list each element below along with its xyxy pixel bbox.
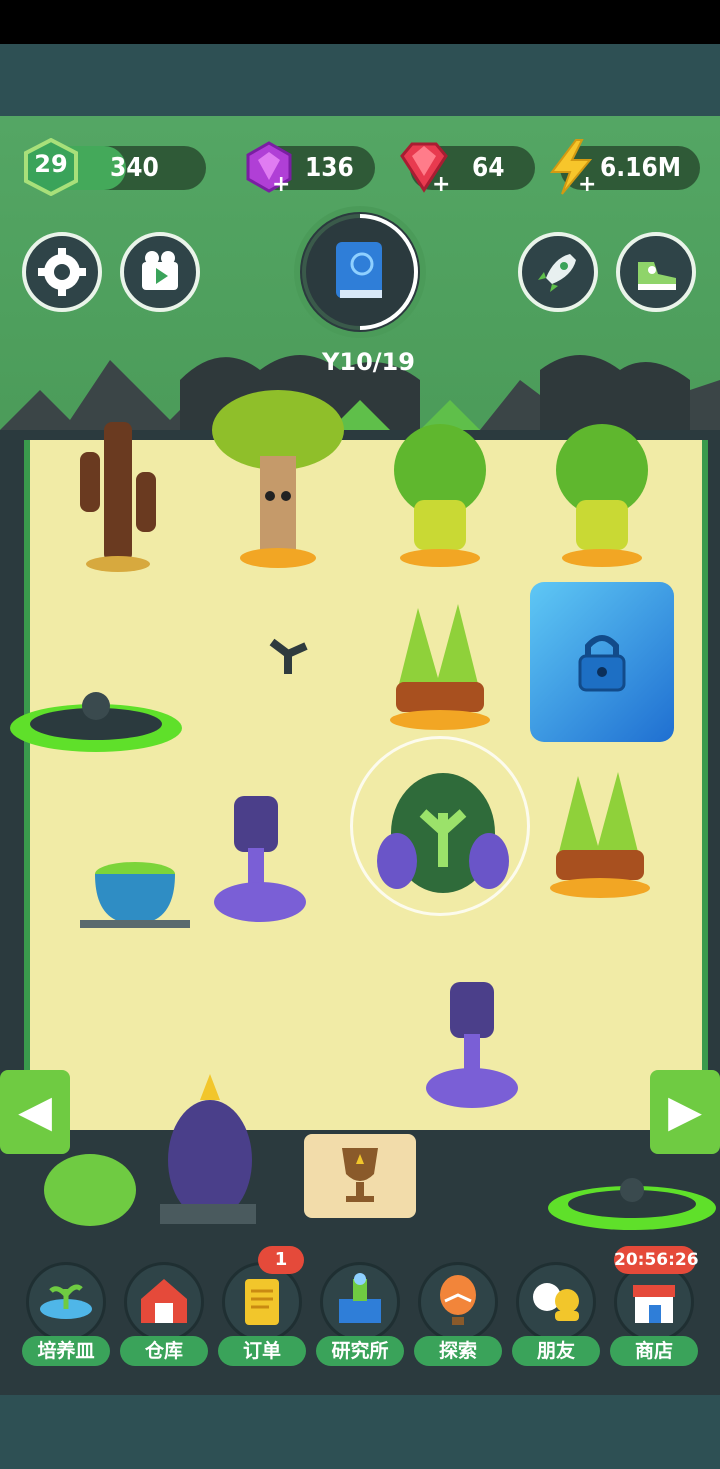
- wilted-sprout[interactable]: [266, 630, 310, 676]
- toxic-puddle-creature[interactable]: [4, 684, 188, 764]
- arrow-right-icon: ▶: [668, 1086, 702, 1137]
- lab-icon: [320, 1262, 400, 1342]
- top-band: [0, 44, 720, 116]
- locked-ice-tile[interactable]: [530, 582, 674, 742]
- broccoli-plant-2[interactable]: [552, 420, 652, 570]
- add-gems-icon[interactable]: +: [272, 174, 290, 196]
- video-ad-button[interactable]: [120, 232, 200, 312]
- tree-creature-plant[interactable]: [208, 386, 348, 570]
- level-value: 29: [34, 150, 68, 178]
- dock-label: 研究所: [316, 1336, 404, 1366]
- padlock-icon: [578, 635, 626, 692]
- gems-value: 136: [305, 153, 354, 183]
- toxic-puddle-creature-2[interactable]: [544, 1168, 720, 1238]
- orders-badge: 1: [258, 1246, 304, 1274]
- monster-mascot[interactable]: [40, 1060, 270, 1230]
- gear-icon: [38, 248, 86, 296]
- seed-egg-icon: [377, 773, 509, 893]
- trophy-sign-button[interactable]: [304, 1134, 416, 1218]
- next-page-button[interactable]: ▶: [650, 1070, 720, 1154]
- dock-label: 商店: [610, 1336, 698, 1366]
- friends-icon: [516, 1262, 596, 1342]
- xp-value: 340: [110, 153, 159, 183]
- dead-cactus-plant[interactable]: [74, 412, 164, 572]
- rocket-icon: [538, 254, 576, 292]
- leafy-fern-plant[interactable]: [378, 598, 502, 734]
- energy-value: 6.16M: [600, 153, 681, 183]
- add-rubies-icon[interactable]: +: [432, 174, 450, 196]
- dock-label: 订单: [218, 1336, 306, 1366]
- video-camera-icon: [142, 251, 178, 290]
- witch-cauldron[interactable]: [80, 820, 190, 932]
- quest-book-button[interactable]: [300, 212, 420, 332]
- dock-label: 培养皿: [22, 1336, 110, 1366]
- bottom-band: [0, 1395, 720, 1469]
- dock-label: 仓库: [120, 1336, 208, 1366]
- settings-button[interactable]: [22, 232, 102, 312]
- book-icon: [336, 242, 382, 298]
- barn-icon: [124, 1262, 204, 1342]
- bottom-dock: 培养皿 仓库 订单 1 研究所 探索 朋友 商店 20:56:26: [0, 1246, 720, 1372]
- status-bar: [0, 0, 720, 44]
- purple-goo-pipe[interactable]: [204, 792, 310, 948]
- petri-dish-icon: [26, 1262, 106, 1342]
- rocket-button[interactable]: [518, 232, 598, 312]
- dock-label: 朋友: [512, 1336, 600, 1366]
- purple-goo-pipe-2[interactable]: [418, 978, 528, 1134]
- sneaker-icon: [638, 262, 676, 290]
- shop-timer: 20:56:26: [614, 1246, 699, 1274]
- trophy-icon: [342, 1148, 378, 1202]
- scroll-icon: [222, 1262, 302, 1342]
- add-energy-icon[interactable]: +: [578, 174, 596, 196]
- quest-progress-value: 10/19: [339, 348, 415, 376]
- leafy-fern-plant-2[interactable]: [538, 766, 662, 906]
- dock-label: 探索: [414, 1336, 502, 1366]
- broccoli-plant[interactable]: [390, 420, 490, 570]
- quest-progress-text: Y10/19: [322, 348, 415, 376]
- shop-icon: [614, 1262, 694, 1342]
- sneaker-button[interactable]: [616, 232, 696, 312]
- balloon-icon: [418, 1262, 498, 1342]
- selected-seed-pod[interactable]: [350, 736, 530, 916]
- sprout-icon: Y: [322, 348, 340, 376]
- rubies-value: 64: [472, 153, 505, 183]
